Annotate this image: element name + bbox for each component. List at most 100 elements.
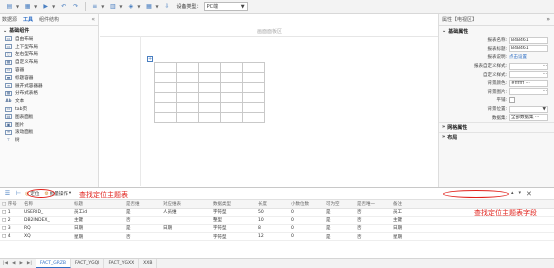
table-cell: 50	[256, 208, 289, 217]
chevron-down-icon[interactable]: ▼	[34, 4, 37, 9]
chevron-down-icon[interactable]: ▼	[101, 4, 104, 9]
component-item[interactable]: ⊤ 树	[0, 136, 98, 144]
custom-layout-icon: ▦	[5, 59, 12, 65]
undo-icon[interactable]: ↶	[58, 2, 69, 12]
row-number: 3	[7, 225, 11, 231]
background-color-field[interactable]: #ffffff ···	[509, 79, 548, 87]
align-icon[interactable]: ≡	[89, 2, 100, 12]
chevron-down-icon[interactable]: ▼	[119, 4, 122, 9]
table-cell: 字符型	[211, 208, 256, 217]
checkbox-icon[interactable]: □	[2, 210, 6, 215]
prop-label: 背景图片:	[487, 89, 507, 95]
report-name-field[interactable]: B4B461	[509, 36, 548, 44]
tile-checkbox[interactable]	[509, 97, 515, 104]
search-next-icon[interactable]: ▾	[519, 190, 522, 198]
dataset-field[interactable]: 全部数据集 ···	[509, 114, 548, 122]
component-item[interactable]: ≡ 滚动面板	[0, 129, 98, 137]
section-grid-properties[interactable]: » 网格属性	[439, 121, 554, 132]
chevron-down-icon: ▼	[542, 106, 546, 112]
table-row[interactable]: □ 2 DB2INDEX_ 主键 否 整型 10 0 是 否 主键	[0, 216, 554, 225]
view-icon[interactable]: ▦	[22, 2, 33, 12]
column-label: 序号	[7, 201, 17, 207]
table-row[interactable]: □ 4 XQ 星期 否 字符型 12 0 是 否 星期	[0, 232, 554, 242]
layout-icon[interactable]: ▥	[107, 2, 118, 12]
component-item[interactable]: ≡ 展开式容器器	[0, 82, 98, 90]
component-item[interactable]: ▭ 容器	[0, 66, 98, 74]
table-cell: 日期	[391, 224, 554, 234]
checkbox-icon[interactable]: □	[2, 226, 6, 231]
component-item[interactable]: ▯ 左右型布局	[0, 51, 98, 59]
table-cell: 是	[324, 232, 355, 242]
export-icon[interactable]: ⇩	[162, 2, 173, 12]
grid-icon[interactable]: ▦	[143, 2, 154, 12]
component-item[interactable]: ▤ 图表面板	[0, 113, 98, 121]
table-cell: DB2INDEX_	[22, 216, 72, 225]
prop-row: 数据集: 全部数据集 ···	[439, 113, 554, 122]
section-basic-components[interactable]: ⌄ 基础组件	[0, 26, 98, 35]
chevron-down-icon[interactable]: ▼	[137, 4, 140, 9]
tab-component-structure[interactable]: 组件结构	[39, 16, 59, 23]
table-anchor-icon[interactable]: +	[147, 56, 153, 62]
search-prev-icon[interactable]: ▴	[511, 190, 514, 198]
checkbox-icon[interactable]: □	[2, 202, 6, 207]
prev-page-icon[interactable]: ◀	[12, 261, 15, 266]
tab-tools[interactable]: 工具	[23, 16, 33, 23]
last-page-icon[interactable]: ▶|	[27, 261, 32, 266]
component-item[interactable]: ▭ 上下型布局	[0, 43, 98, 51]
component-item[interactable]: ▦ 分布式表格	[0, 90, 98, 98]
preview-icon[interactable]: ▶	[40, 2, 51, 12]
chevron-down-icon[interactable]: ▼	[155, 4, 158, 9]
chevron-down-icon[interactable]: ▼	[52, 4, 55, 9]
component-item[interactable]: Ab 文本	[0, 97, 98, 105]
background-position-select[interactable]: ▼	[509, 105, 548, 113]
custom-style-field[interactable]: ···	[509, 71, 548, 79]
background-color-value: #ffffff	[511, 80, 525, 86]
format-icon[interactable]: ◈	[125, 2, 136, 12]
tree-view-icon[interactable]: ⊢	[14, 190, 23, 198]
chevron-down-icon[interactable]: ▼	[16, 4, 19, 9]
list-view-icon[interactable]: ☰	[3, 190, 12, 198]
report-title-field[interactable]: B4B461	[509, 45, 548, 53]
prop-label: 背景颜色:	[487, 81, 507, 87]
table-row[interactable]: □ 3 RQ 日期 是 日期 字符型 8 0 是 否 日期	[0, 224, 554, 234]
layout-grid[interactable]	[154, 62, 265, 123]
component-label: 展开式容器器	[15, 83, 43, 89]
component-item[interactable]: ▭ 自由布局	[0, 35, 98, 43]
collapse-icon[interactable]: «	[91, 16, 95, 23]
checkbox-icon[interactable]: □	[2, 218, 6, 223]
table-cell: 是	[124, 208, 161, 217]
table-cell: 日期	[161, 224, 211, 234]
section-title: 网格属性	[447, 124, 468, 131]
component-item[interactable]: ▣ 图片	[0, 121, 98, 129]
column-header: 是否维	[124, 200, 161, 209]
chevron-down-icon: ⌄	[442, 28, 447, 34]
prop-row: 报表名称: B4B461	[439, 36, 554, 45]
design-canvas[interactable]: 画面面板区 +	[100, 14, 438, 187]
table-cell	[161, 216, 211, 225]
component-item[interactable]: ▭ tab页	[0, 105, 98, 113]
expand-icon[interactable]: »	[546, 16, 550, 23]
table-row[interactable]: □ 1 USERID_ 员工id 是 人员维 字符型 50 0 是 否 员工	[0, 208, 554, 217]
redo-icon[interactable]: ↷	[70, 2, 81, 12]
prop-label: 背景位置:	[487, 107, 507, 113]
prop-label: 报表名称:	[487, 38, 507, 44]
report-description-link[interactable]: 点击设置	[509, 54, 527, 60]
section-layout[interactable]: » 布局	[439, 131, 554, 142]
table-cell: 是	[324, 208, 355, 217]
table-cell: 否	[124, 216, 161, 225]
close-icon[interactable]: ✕	[526, 190, 532, 198]
checkbox-icon[interactable]: □	[2, 234, 6, 239]
device-type-select[interactable]: PC端 ▼	[203, 2, 248, 11]
table-cell: 整型	[211, 216, 256, 225]
report-style-field[interactable]: ···	[509, 62, 548, 70]
background-image-field[interactable]: ···	[509, 88, 548, 96]
component-item[interactable]: ▬ 标题容器	[0, 74, 98, 82]
first-page-icon[interactable]: |◀	[3, 261, 8, 266]
tab-datasource[interactable]: 数据源	[2, 16, 17, 23]
field-search-input[interactable]	[443, 190, 509, 198]
column-header: 数据类型	[211, 200, 256, 209]
next-page-icon[interactable]: ▶	[19, 261, 22, 266]
section-basic-properties[interactable]: ⌄ 基础属性	[439, 26, 554, 36]
component-item[interactable]: ▦ 自定义布局	[0, 58, 98, 66]
save-icon[interactable]: ▤	[4, 2, 15, 12]
